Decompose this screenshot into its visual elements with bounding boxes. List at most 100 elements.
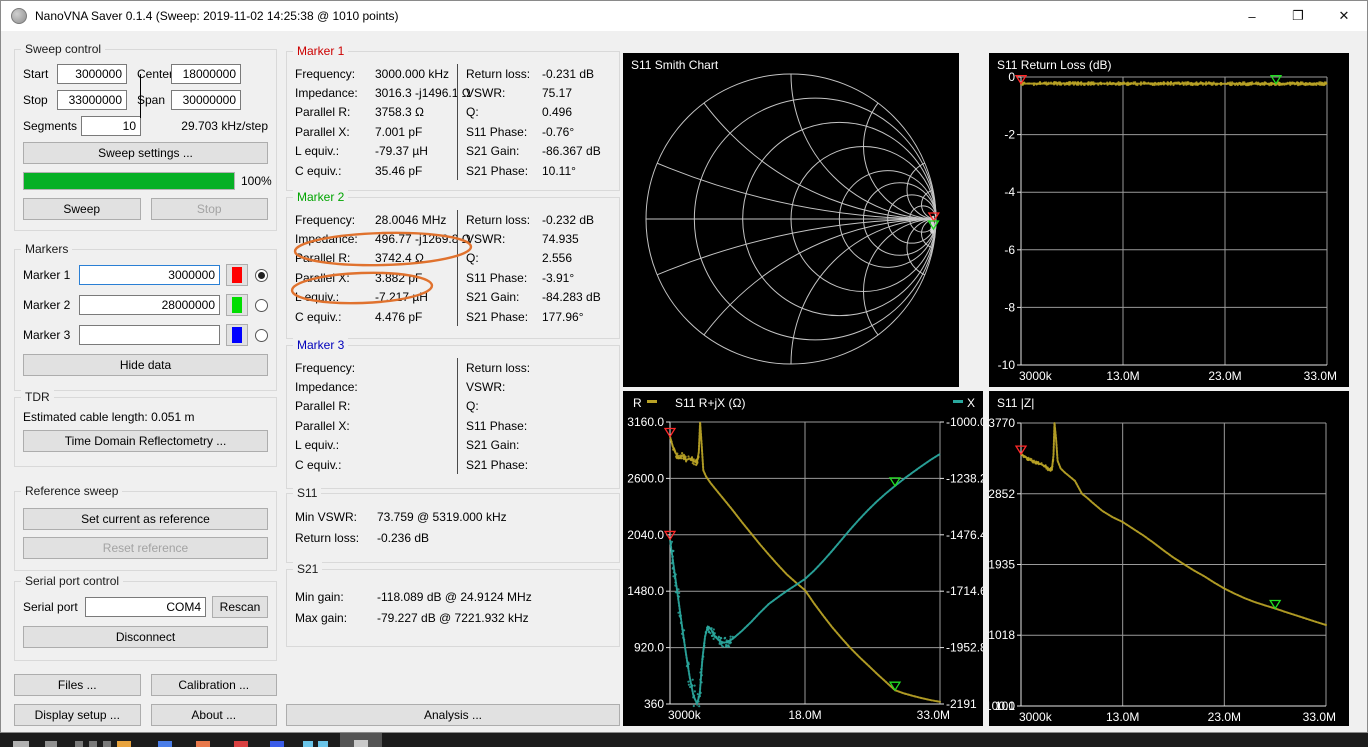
detail-row: Q:2.556 [466,249,613,268]
detail-value: 75.17 [542,86,572,100]
taskbar-icon[interactable] [196,741,210,747]
taskbar-icon[interactable] [318,741,328,747]
rescan-button[interactable]: Rescan [212,596,268,618]
chart-title: S11 Return Loss (dB) [997,58,1112,72]
tdr-button[interactable]: Time Domain Reflectometry ... [23,430,268,452]
s11-return-loss-chart[interactable]: 0-2-4-6-8-103000k13.0M23.0M33.0MS11 Retu… [989,53,1349,387]
marker-frequency-input[interactable] [79,325,220,345]
active-app-icon [354,740,368,747]
taskbar-icon[interactable] [234,741,248,747]
span-input[interactable] [171,90,241,110]
hide-data-button[interactable]: Hide data [23,354,268,376]
detail-label: Parallel R: [295,105,375,119]
segments-input[interactable] [81,116,141,136]
taskbar-icon[interactable] [103,741,111,747]
center-input[interactable] [171,64,241,84]
detail-row: S21 Phase: [466,455,613,474]
svg-text:-4: -4 [1004,185,1015,199]
svg-text:23.0M: 23.0M [1208,710,1241,724]
marker-frequency-input[interactable] [79,265,220,285]
svg-text:1935: 1935 [989,558,1015,572]
app-window: NanoVNA Saver 0.1.4 (Sweep: 2019-11-02 1… [0,0,1368,733]
svg-text:1480.0: 1480.0 [627,584,664,598]
detail-value: -79.37 µH [375,144,428,158]
taskbar-active-app[interactable] [340,733,382,747]
taskbar-icon[interactable] [89,741,97,747]
marker-select-radio[interactable] [255,299,268,312]
serial-port-input[interactable] [85,597,206,617]
detail-label: L equiv.: [295,290,375,304]
detail-row: Return loss:-0.231 dB [466,64,613,83]
taskbar-icon[interactable] [158,741,172,747]
taskbar-icon[interactable] [13,741,29,747]
taskbar-icon[interactable] [303,741,313,747]
detail-row: Impedance: [295,377,457,396]
taskbar[interactable] [0,733,1368,747]
marker-row: Marker 1 [23,264,268,286]
detail-row: S21 Gain:-84.283 dB [466,288,613,307]
detail-label: VSWR: [466,380,542,394]
detail-value: 4.476 pF [375,310,422,324]
close-button[interactable]: ✕ [1321,1,1367,31]
detail-label: S21 Phase: [466,164,542,178]
svg-text:S11 R+jX (Ω): S11 R+jX (Ω) [675,396,745,410]
sweep-settings-button[interactable]: Sweep settings ... [23,142,268,164]
serial-port-group: Serial port control Serial port Rescan D… [14,581,277,661]
reset-reference-button[interactable]: Reset reference [23,537,268,559]
serial-port-title: Serial port control [21,574,123,588]
svg-text:3000k: 3000k [668,708,702,722]
marker-color-swatch [232,327,242,343]
marker-label: Marker 1 [23,268,79,282]
detail-row: Q:0.496 [466,103,613,122]
s11-return-loss-value: -0.236 dB [377,531,429,545]
set-reference-button[interactable]: Set current as reference [23,508,268,530]
progress-percent: 100% [241,174,272,188]
marker-color-button[interactable] [226,264,248,286]
analysis-button[interactable]: Analysis ... [286,704,620,726]
marker-frequency-input[interactable] [79,295,220,315]
svg-text:2600.0: 2600.0 [627,471,664,485]
about-button[interactable]: About ... [151,704,278,726]
display-setup-button[interactable]: Display setup ... [14,704,141,726]
marker-details-title: Marker 2 [293,190,348,204]
taskbar-icon[interactable] [45,741,57,747]
disconnect-button[interactable]: Disconnect [23,626,268,648]
marker-select-radio[interactable] [255,329,268,342]
marker-color-button[interactable] [226,324,248,346]
minimize-button[interactable]: – [1229,1,1275,31]
detail-label: Q: [466,105,542,119]
s11-z-chart[interactable]: 3770285219351018100.01013000k13.0M23.0M3… [989,391,1349,726]
stop-button[interactable]: Stop [151,198,269,220]
detail-row: C equiv.:35.46 pF [295,161,457,180]
start-input[interactable] [57,64,127,84]
cable-length-label: Estimated cable length: [23,410,148,424]
detail-row: S21 Gain: [466,436,613,455]
svg-text:23.0M: 23.0M [1208,369,1241,383]
calibration-button[interactable]: Calibration ... [151,674,278,696]
detail-label: Parallel X: [295,125,375,139]
s11-smith-chart[interactable]: S11 Smith Chart [623,53,959,387]
detail-value: -0.76° [542,125,574,139]
detail-label: S11 Phase: [466,419,542,433]
detail-label: Parallel X: [295,271,375,285]
marker-select-radio[interactable] [255,269,268,282]
s11-r-jx-chart[interactable]: 3160.02600.02040.01480.0920.0360-1000.0-… [623,391,983,726]
marker-details-title: Marker 1 [293,44,348,58]
detail-label: Impedance: [295,86,375,100]
taskbar-icon[interactable] [270,741,284,747]
files-button[interactable]: Files ... [14,674,141,696]
detail-row: S21 Phase:10.11° [466,161,613,180]
detail-value: 3742.4 Ω [375,251,424,265]
detail-value: 10.11° [542,164,576,178]
detail-row: Frequency: [295,358,457,377]
maximize-button[interactable]: ❐ [1275,1,1321,31]
stop-input[interactable] [57,90,127,110]
sweep-button[interactable]: Sweep [23,198,141,220]
taskbar-icon[interactable] [117,741,131,747]
marker-color-button[interactable] [226,294,248,316]
sweep-control-title: Sweep control [21,42,105,56]
marker-row: Marker 2 [23,294,268,316]
svg-text:13.0M: 13.0M [1106,369,1139,383]
taskbar-icon[interactable] [75,741,83,747]
segments-label: Segments [23,119,81,133]
